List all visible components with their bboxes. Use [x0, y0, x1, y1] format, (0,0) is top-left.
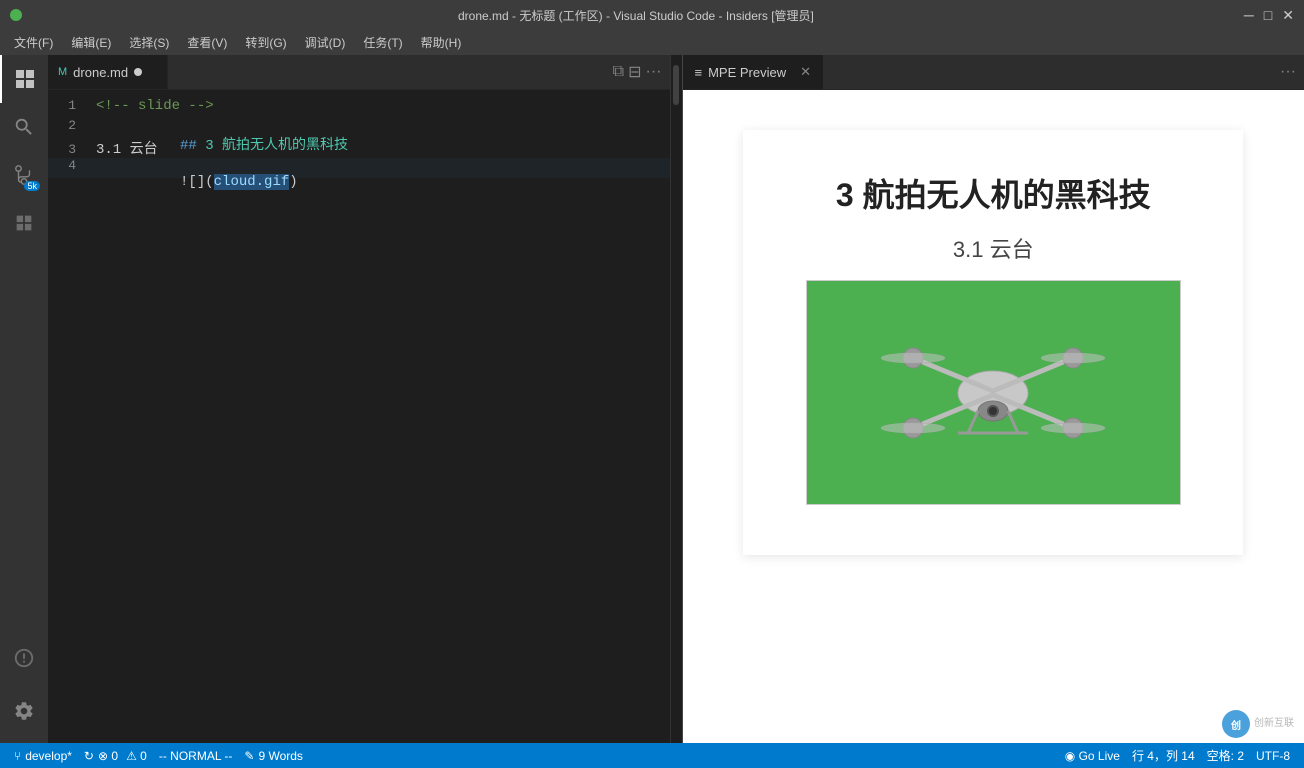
golive-text: ◉ Go Live [1065, 749, 1120, 763]
preview-tab-icon: ≡ [695, 65, 703, 80]
status-branch[interactable]: ⑂ develop* [8, 743, 78, 768]
minimize-button[interactable]: ─ [1244, 7, 1254, 24]
code-line-3: 3 3.1 云台 [48, 138, 670, 158]
editor-tab-drone-md[interactable]: M drone.md [48, 55, 168, 89]
tab-actions: ⧉ ⊟ ··· [605, 55, 670, 89]
code-line-1: 1 <!-- slide --> [48, 98, 670, 118]
menu-select[interactable]: 选择(S) [121, 32, 177, 53]
menu-help[interactable]: 帮助(H) [413, 32, 470, 53]
title-bar: drone.md - 无标题 (工作区) - Visual Studio Cod… [0, 0, 1304, 30]
search-icon[interactable] [0, 103, 48, 151]
editor-tabs: M drone.md ⧉ ⊟ ··· [48, 55, 670, 90]
activity-bar: 5k [0, 55, 48, 743]
mode-text: -- NORMAL -- [159, 749, 233, 763]
preview-slide: 3 航拍无人机的黑科技 3.1 云台 [743, 130, 1243, 555]
extensions-icon[interactable] [0, 199, 48, 247]
preview-subheading: 3.1 云台 [953, 232, 1034, 264]
menu-edit[interactable]: 编辑(E) [63, 32, 119, 53]
pencil-icon: ✎ [244, 749, 254, 763]
line-content-4: ![](cloud.gif) [96, 158, 660, 206]
img-bracket-close: ] [197, 174, 205, 190]
line-number-4: 4 [48, 158, 96, 173]
preview-more-icon[interactable]: ··· [1280, 63, 1296, 81]
status-bar: ⑂ develop* ↻ ⊗ 0 ⚠ 0 -- NORMAL -- ✎ 9 Wo… [0, 743, 1304, 768]
menu-file[interactable]: 文件(F) [6, 32, 61, 53]
preview-tab-actions: ··· [1272, 55, 1304, 89]
explorer-icon[interactable] [0, 55, 48, 103]
line-number-1: 1 [48, 98, 96, 113]
line-number-2: 2 [48, 118, 96, 133]
maximize-button[interactable]: □ [1264, 7, 1272, 24]
code-line-4: 4 ![](cloud.gif) [48, 158, 670, 178]
watermark-logo: 创 [1222, 710, 1250, 738]
spaces-text: 空格: 2 [1207, 747, 1244, 764]
status-errors: ⊗ 0 [98, 749, 118, 763]
source-control-icon[interactable]: 5k [0, 151, 48, 199]
menu-goto[interactable]: 转到(G) [237, 32, 294, 53]
menu-bar: 文件(F) 编辑(E) 选择(S) 查看(V) 转到(G) 调试(D) 任务(T… [0, 30, 1304, 55]
line-content-1: <!-- slide --> [96, 98, 660, 114]
line-col-text: 行 4，列 14 [1132, 747, 1195, 764]
drone-illustration [853, 303, 1133, 483]
close-button[interactable]: ✕ [1282, 7, 1294, 24]
menu-task[interactable]: 任务(T) [355, 32, 410, 53]
window-title: drone.md - 无标题 (工作区) - Visual Studio Cod… [28, 7, 1244, 24]
img-paren-close: ) [289, 174, 297, 190]
main-layout: 5k M drone.md ⧉ ⊟ ··· [0, 55, 1304, 743]
scrollbar-thumb[interactable] [673, 65, 679, 105]
preview-heading: 3 航拍无人机的黑科技 [836, 170, 1151, 216]
tab-file-icon: M [58, 66, 67, 78]
code-line-2: 2 ## 3 航拍无人机的黑科技 [48, 118, 670, 138]
tab-filename: drone.md [73, 65, 128, 80]
more-actions-icon[interactable]: ··· [646, 63, 662, 81]
editor-scrollbar[interactable] [670, 55, 682, 743]
encoding-text: UTF-8 [1256, 749, 1290, 763]
code-editor[interactable]: 1 <!-- slide --> 2 ## 3 航拍无人机的黑科技 3 3.1 … [48, 90, 670, 743]
preview-image [806, 280, 1181, 505]
sync-icon: ↻ [84, 749, 94, 763]
status-sync[interactable]: ↻ ⊗ 0 ⚠ 0 [78, 743, 153, 768]
status-mode[interactable]: -- NORMAL -- [153, 743, 239, 768]
tab-modified-dot [134, 68, 142, 76]
preview-content: 3 航拍无人机的黑科技 3.1 云台 [683, 90, 1304, 743]
remote-icon[interactable] [0, 634, 48, 682]
collapse-icon[interactable]: ⊟ [628, 62, 641, 82]
status-golive[interactable]: ◉ Go Live [1059, 743, 1126, 768]
watermark-text: 创新互联 [1254, 718, 1294, 730]
source-control-badge: 5k [24, 181, 40, 191]
status-warnings: ⚠ 0 [126, 749, 147, 763]
settings-icon[interactable] [0, 687, 48, 735]
window-controls[interactable]: ─ □ ✕ [1244, 7, 1294, 24]
menu-debug[interactable]: 调试(D) [297, 32, 354, 53]
branch-icon: ⑂ [14, 749, 21, 763]
img-src: cloud.gif [214, 174, 290, 190]
img-bracket-open: [ [188, 174, 196, 190]
preview-tab-label: MPE Preview [708, 65, 786, 80]
preview-tab-mpe[interactable]: ≡ MPE Preview ✕ [683, 55, 824, 89]
editor-area: M drone.md ⧉ ⊟ ··· 1 <!-- slide --> 2 ##… [48, 55, 670, 743]
status-line-col[interactable]: 行 4，列 14 [1126, 743, 1201, 768]
words-count: 9 Words [258, 749, 302, 763]
window-icon [10, 9, 22, 21]
branch-name: develop* [25, 749, 72, 763]
preview-tab-close[interactable]: ✕ [800, 64, 811, 80]
watermark: 创 创新互联 [1222, 710, 1294, 738]
menu-view[interactable]: 查看(V) [179, 32, 235, 53]
status-spaces[interactable]: 空格: 2 [1201, 743, 1250, 768]
status-encoding[interactable]: UTF-8 [1250, 743, 1296, 768]
status-words[interactable]: ✎ 9 Words [238, 743, 309, 768]
preview-pane: ≡ MPE Preview ✕ ··· 3 航拍无人机的黑科技 3.1 云台 [682, 55, 1304, 743]
line-content-3: 3.1 云台 [96, 138, 660, 158]
split-editor-icon[interactable]: ⧉ [613, 63, 624, 81]
img-paren-open: ( [205, 174, 213, 190]
preview-tabs: ≡ MPE Preview ✕ ··· [683, 55, 1304, 90]
line-number-3: 3 [48, 142, 96, 157]
